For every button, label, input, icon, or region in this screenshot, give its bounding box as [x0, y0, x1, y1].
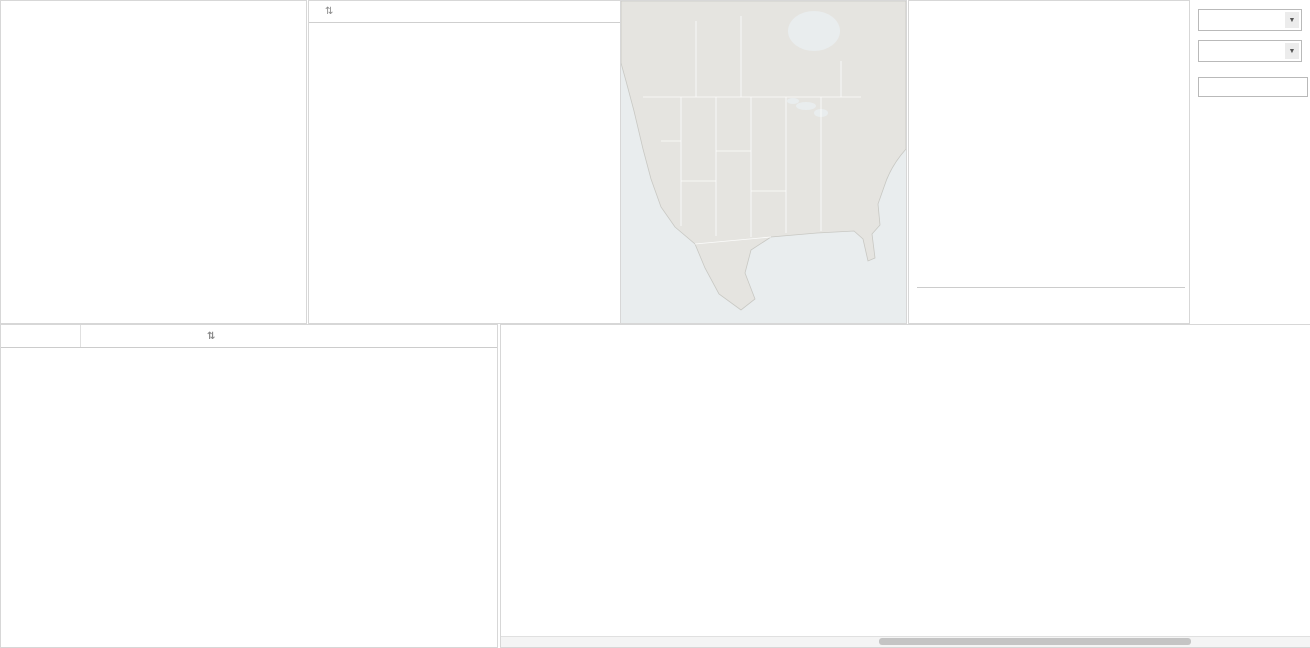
salesperson-column-header[interactable]: ⇅ [309, 1, 621, 23]
debt-table-header: ⇅ [1, 325, 497, 348]
total-row [1, 8, 306, 26]
debt-risk-panel: ⇅ [0, 324, 498, 648]
aging-details-panel [500, 324, 1310, 648]
debt-risk-column-header[interactable] [1, 325, 81, 347]
sort-icon[interactable]: ⇅ [207, 331, 215, 342]
sort-icon[interactable]: ⇅ [325, 6, 333, 17]
salesperson-panel: ⇅ [308, 0, 622, 324]
horizontal-scrollbar[interactable] [501, 636, 1310, 647]
chevron-down-icon[interactable]: ▼ [1285, 12, 1299, 28]
map-panel[interactable] [620, 0, 907, 324]
aging-filter-dropdown[interactable]: ▼ [1198, 9, 1302, 31]
cust-id-name-input[interactable] [1198, 77, 1308, 97]
balance-by-due-date-panel [908, 0, 1190, 324]
filter-controls: ▼ ▼ [1190, 0, 1310, 322]
chevron-down-icon[interactable]: ▼ [1285, 43, 1299, 59]
balance-chart-x-axis [917, 289, 1185, 322]
customer-column-header[interactable]: ⇅ [81, 325, 497, 347]
balance-chart-plot [917, 53, 1185, 288]
summary-panel [0, 0, 307, 324]
scrollbar-thumb[interactable] [879, 638, 1191, 645]
aging-details-header [501, 325, 1310, 331]
branch-filter-dropdown[interactable]: ▼ [1198, 40, 1302, 62]
balance-chart-title [909, 1, 1189, 7]
map-marks-layer [621, 1, 906, 323]
